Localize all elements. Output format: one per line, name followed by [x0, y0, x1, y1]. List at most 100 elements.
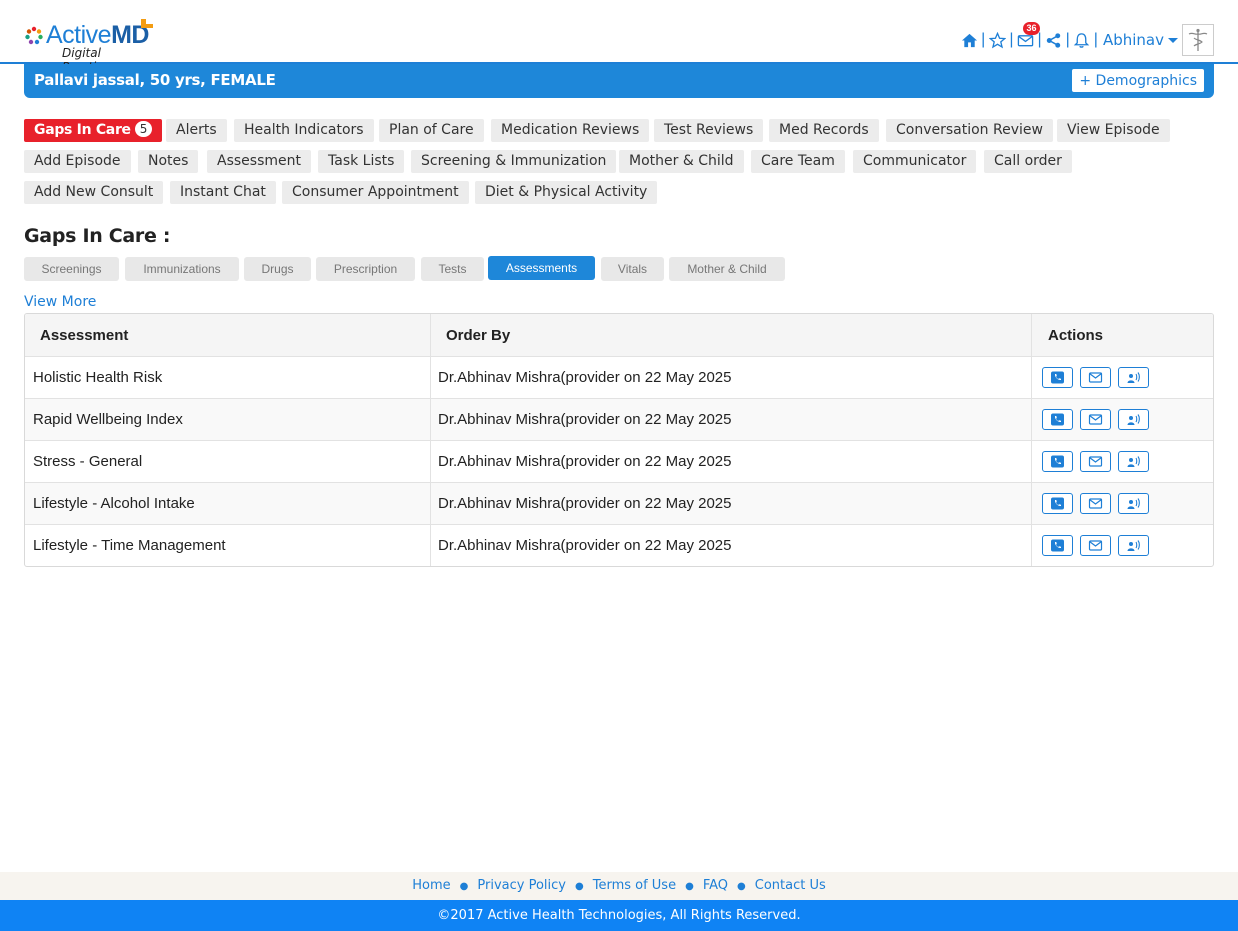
chevron-down-icon[interactable] — [1168, 37, 1178, 43]
subtab-tests[interactable]: Tests — [421, 257, 484, 281]
demographics-button[interactable]: + Demographics — [1072, 69, 1204, 92]
envelope-icon — [1088, 372, 1103, 383]
email-button[interactable] — [1080, 493, 1111, 514]
gaps-count-badge: 5 — [134, 121, 153, 137]
envelope-icon — [1088, 414, 1103, 425]
voice-call-button[interactable] — [1118, 535, 1149, 556]
voice-call-icon — [1127, 456, 1140, 467]
tab-mother-child[interactable]: Mother & Child — [619, 150, 744, 173]
tab-add-episode[interactable]: Add Episode — [24, 150, 131, 173]
tab-task-lists[interactable]: Task Lists — [318, 150, 405, 173]
row-actions — [1032, 357, 1213, 398]
patient-bar: Pallavi jassal, 50 yrs, FEMALE + Demogra… — [24, 64, 1214, 98]
table-row: Lifestyle - Time Management Dr.Abhinav M… — [25, 524, 1213, 566]
voice-call-icon — [1127, 372, 1140, 383]
email-button[interactable] — [1080, 409, 1111, 430]
call-button[interactable] — [1042, 409, 1073, 430]
patient-summary: Pallavi jassal, 50 yrs, FEMALE — [34, 71, 276, 89]
order-by: Dr.Abhinav Mishra(provider on 22 May 202… — [431, 357, 1032, 398]
column-header-assessment: Assessment — [25, 314, 431, 356]
call-button[interactable] — [1042, 535, 1073, 556]
order-by: Dr.Abhinav Mishra(provider on 22 May 202… — [431, 483, 1032, 524]
tab-view-episode[interactable]: View Episode — [1057, 119, 1170, 142]
assessment-name: Lifestyle - Alcohol Intake — [25, 483, 431, 524]
copyright: ©2017 Active Health Technologies, All Ri… — [0, 900, 1238, 931]
voice-call-button[interactable] — [1118, 451, 1149, 472]
subtab-drugs[interactable]: Drugs — [244, 257, 311, 281]
voice-call-button[interactable] — [1118, 367, 1149, 388]
tab-notes[interactable]: Notes — [138, 150, 199, 173]
tab-test-reviews[interactable]: Test Reviews — [654, 119, 764, 142]
row-actions — [1032, 399, 1213, 440]
home-icon[interactable] — [960, 31, 978, 49]
star-icon[interactable] — [988, 31, 1006, 49]
envelope-icon — [1088, 498, 1103, 509]
user-menu[interactable]: Abhinav — [1103, 31, 1164, 49]
tab-add-new-consult[interactable]: Add New Consult — [24, 181, 164, 204]
page: ActiveMD Digital Practice... | | 36 | — [0, 0, 1238, 931]
tab-screening-immunization[interactable]: Screening & Immunization — [411, 150, 617, 173]
activemd-logo[interactable]: ActiveMD Digital Practice... — [24, 18, 164, 74]
tab-plan-of-care[interactable]: Plan of Care — [379, 119, 484, 142]
subtab-prescription[interactable]: Prescription — [316, 257, 415, 281]
call-button[interactable] — [1042, 451, 1073, 472]
tab-label: Gaps In Care — [34, 122, 131, 138]
nav-separator: | — [1009, 31, 1014, 48]
subtab-mother-child[interactable]: Mother & Child — [669, 257, 785, 281]
avatar[interactable] — [1182, 24, 1214, 56]
subtab-screenings[interactable]: Screenings — [24, 257, 119, 281]
footer-link-contact[interactable]: Contact Us — [755, 878, 826, 893]
tab-communicator[interactable]: Communicator — [853, 150, 977, 173]
order-by: Dr.Abhinav Mishra(provider on 22 May 202… — [431, 525, 1032, 566]
footer-dot: ● — [574, 881, 584, 892]
page-title: Gaps In Care : — [24, 225, 171, 247]
email-button[interactable] — [1080, 451, 1111, 472]
tab-gaps-in-care[interactable]: Gaps In Care 5 — [24, 119, 163, 142]
phone-icon — [1051, 497, 1064, 510]
bell-icon[interactable] — [1073, 31, 1091, 49]
tab-med-records[interactable]: Med Records — [769, 119, 879, 142]
footer-dot: ● — [737, 881, 746, 892]
tab-alerts[interactable]: Alerts — [166, 119, 227, 142]
nav-separator: | — [1065, 31, 1070, 48]
column-header-order-by: Order By — [431, 314, 1032, 356]
tab-call-order[interactable]: Call order — [984, 150, 1072, 173]
voice-call-button[interactable] — [1118, 409, 1149, 430]
nav-separator: | — [1037, 31, 1042, 48]
footer-link-terms[interactable]: Terms of Use — [593, 878, 676, 893]
assessments-table: Assessment Order By Actions Holistic Hea… — [24, 313, 1214, 567]
envelope-icon — [1088, 540, 1103, 551]
envelope-icon — [1088, 456, 1103, 467]
assessment-name: Stress - General — [25, 441, 431, 482]
email-button[interactable] — [1080, 535, 1111, 556]
subtab-vitals[interactable]: Vitals — [601, 257, 664, 281]
tab-instant-chat[interactable]: Instant Chat — [170, 181, 276, 204]
nav-separator: | — [1093, 31, 1098, 48]
row-actions — [1032, 483, 1213, 524]
subtab-assessments[interactable]: Assessments — [488, 256, 595, 280]
tab-conversation-review[interactable]: Conversation Review — [886, 119, 1053, 142]
tab-consumer-appointment[interactable]: Consumer Appointment — [282, 181, 469, 204]
footer-link-home[interactable]: Home — [412, 878, 450, 893]
share-icon[interactable] — [1045, 31, 1063, 49]
tab-health-indicators[interactable]: Health Indicators — [234, 119, 374, 142]
footer-link-privacy[interactable]: Privacy Policy — [477, 878, 566, 893]
mail-icon[interactable]: 36 — [1016, 22, 1040, 49]
tab-assessment[interactable]: Assessment — [207, 150, 311, 173]
tab-medication-reviews[interactable]: Medication Reviews — [491, 119, 650, 142]
subtab-immunizations[interactable]: Immunizations — [125, 257, 239, 281]
email-button[interactable] — [1080, 367, 1111, 388]
row-actions — [1032, 525, 1213, 566]
call-button[interactable] — [1042, 493, 1073, 514]
tab-care-team[interactable]: Care Team — [751, 150, 845, 173]
phone-icon — [1051, 455, 1064, 468]
call-button[interactable] — [1042, 367, 1073, 388]
voice-call-button[interactable] — [1118, 493, 1149, 514]
view-more-link[interactable]: View More — [24, 294, 96, 310]
nav-separator: | — [981, 31, 986, 48]
order-by: Dr.Abhinav Mishra(provider on 22 May 202… — [431, 399, 1032, 440]
footer-links: Home ● Privacy Policy ● Terms of Use ● FAQ ● Con… — [0, 872, 1238, 900]
assessment-name: Lifestyle - Time Management — [25, 525, 431, 566]
footer-link-faq[interactable]: FAQ — [703, 878, 728, 893]
tab-diet-physical-activity[interactable]: Diet & Physical Activity — [475, 181, 658, 204]
